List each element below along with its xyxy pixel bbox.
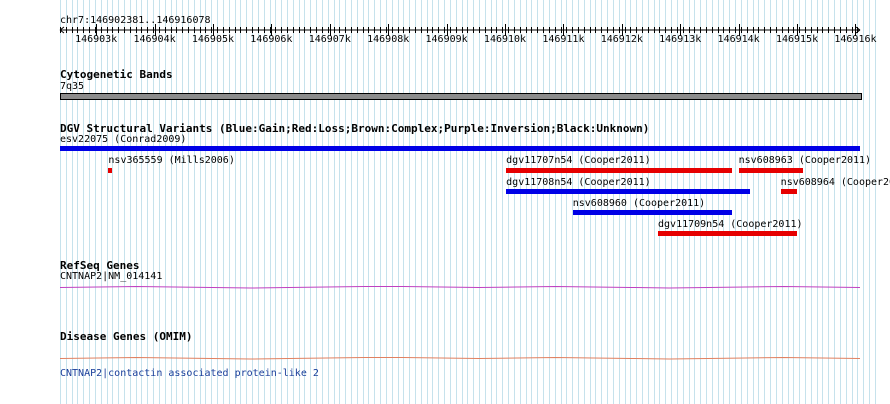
omim-gene-line[interactable] [0,0,890,404]
omim-gene-label[interactable]: CNTNAP2|contactin associated protein-lik… [60,368,319,380]
omim-gene-model[interactable] [59,356,861,360]
genome-browser-view: chr7:146902381..146916078 146903k 146904k… [0,0,890,404]
